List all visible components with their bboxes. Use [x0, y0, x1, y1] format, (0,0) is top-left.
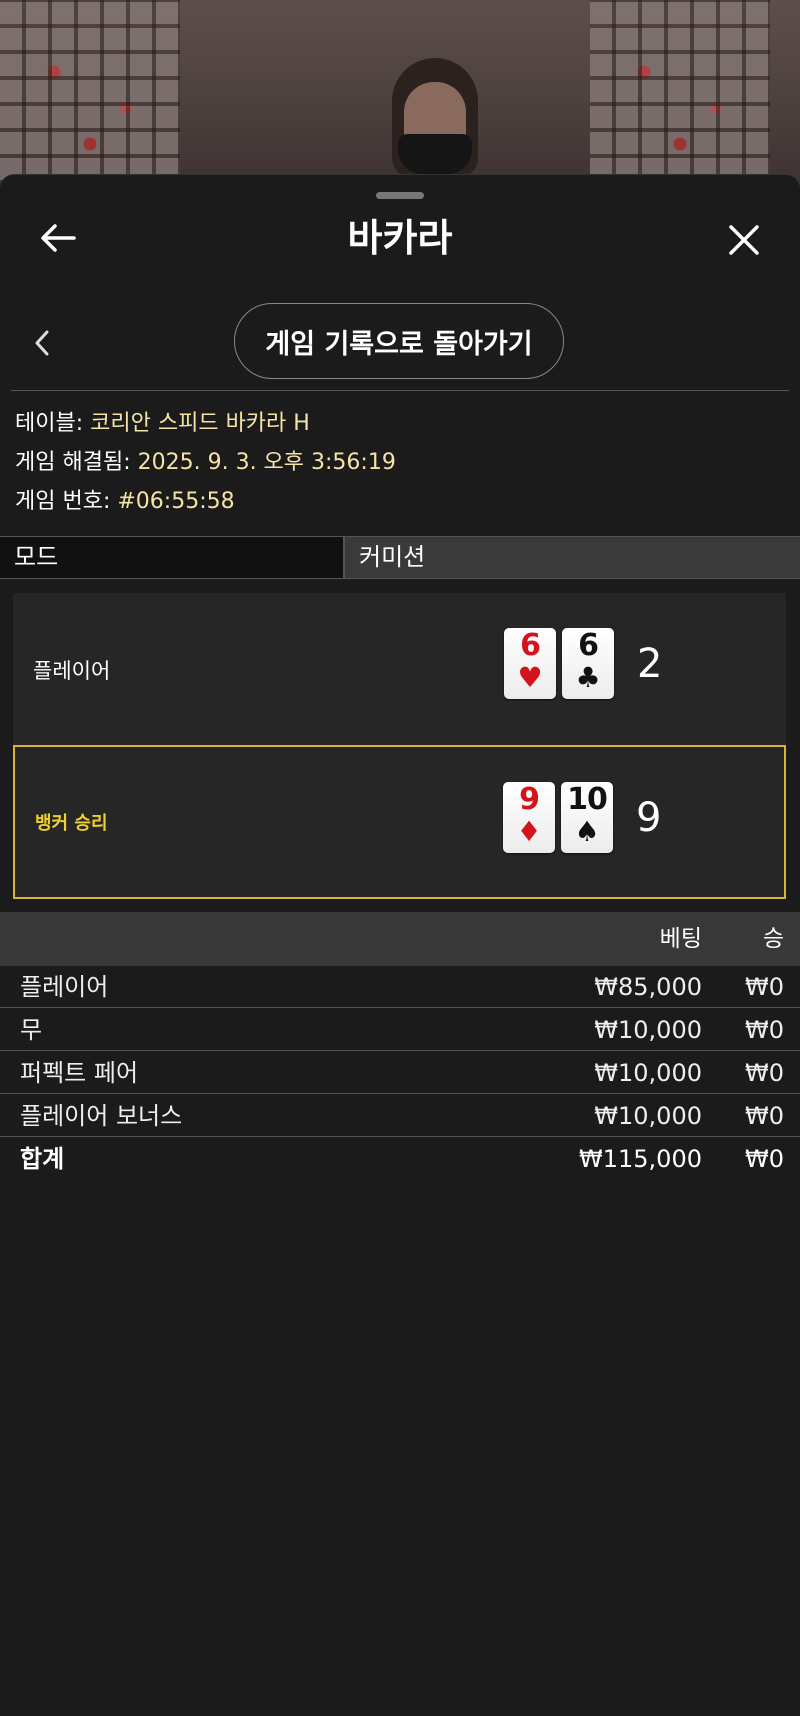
column-header-win: 승 — [762, 926, 784, 952]
player-card-2: 6 ♣ — [562, 628, 614, 699]
banker-card-2: 10 ♠ — [561, 782, 613, 853]
total-label: 합계 — [20, 1145, 65, 1173]
bet-name: 퍼펙트 페어 — [20, 1059, 139, 1087]
resolved-value: 2025. 9. 3. 오후 3:56:19 — [137, 450, 396, 475]
background-screen-left — [0, 0, 180, 180]
sheet-drag-handle[interactable] — [376, 192, 424, 199]
resolved-label: 게임 해결됨: — [15, 450, 131, 475]
hand-results: 플레이어 6 ♥ 6 ♣ 2 뱅커 승리 9 ♦ 10 ♠ 9 — [0, 580, 800, 912]
win-amount: ₩0 — [745, 1016, 784, 1044]
bet-name: 무 — [20, 1016, 43, 1044]
table-row: 무 ₩10,000 ₩0 — [0, 1009, 800, 1051]
dealer-mask — [398, 134, 472, 174]
total-row: 합계 ₩115,000 ₩0 — [0, 1138, 800, 1180]
table-row: 퍼펙트 페어 ₩10,000 ₩0 — [0, 1052, 800, 1094]
card-rank: 6 — [520, 628, 541, 663]
banker-card-1: 9 ♦ — [503, 782, 555, 853]
diamond-icon: ♦ — [516, 815, 542, 848]
commission-label: 커미션 — [345, 537, 800, 578]
win-amount: ₩0 — [745, 1059, 784, 1087]
banker-win-label: 뱅커 승리 — [35, 813, 108, 834]
win-amount: ₩0 — [745, 1102, 784, 1130]
table-info: 테이블: 코리안 스피드 바카라 H — [15, 409, 310, 439]
club-icon: ♣ — [575, 661, 601, 694]
player-score: 2 — [637, 641, 663, 687]
bets-table-header: 베팅 승 — [0, 912, 800, 966]
bet-amount: ₩10,000 — [594, 1016, 702, 1044]
card-rank: 6 — [578, 628, 599, 663]
player-card-1: 6 ♥ — [504, 628, 556, 699]
banker-score: 9 — [636, 795, 662, 841]
player-hand-label: 플레이어 — [33, 659, 111, 683]
win-amount: ₩0 — [745, 973, 784, 1001]
chevron-left-icon — [35, 330, 49, 356]
background-screen-right — [590, 0, 770, 180]
card-rank: 9 — [519, 782, 540, 817]
table-row: 플레이어 보너스 ₩10,000 ₩0 — [0, 1095, 800, 1137]
table-row: 플레이어 ₩85,000 ₩0 — [0, 966, 800, 1008]
table-label: 테이블: — [15, 411, 84, 436]
resolved-info: 게임 해결됨: 2025. 9. 3. 오후 3:56:19 — [15, 448, 396, 478]
card-rank: 10 — [567, 782, 608, 817]
bet-name: 플레이어 — [20, 973, 109, 1001]
close-button[interactable] — [722, 218, 766, 262]
banker-hand-row: 뱅커 승리 9 ♦ 10 ♠ 9 — [13, 745, 786, 899]
bet-amount: ₩10,000 — [594, 1102, 702, 1130]
live-video-feed — [0, 0, 800, 200]
game-number-label: 게임 번호: — [15, 489, 111, 514]
bet-amount: ₩10,000 — [594, 1059, 702, 1087]
divider — [11, 390, 789, 391]
heart-icon: ♥ — [517, 661, 543, 694]
back-to-history-button[interactable]: 게임 기록으로 돌아가기 — [234, 303, 564, 379]
page-title: 바카라 — [347, 216, 453, 260]
close-icon — [729, 225, 759, 255]
total-bet-amount: ₩115,000 — [579, 1145, 702, 1173]
player-hand-row: 플레이어 6 ♥ 6 ♣ 2 — [13, 593, 786, 747]
mode-bar: 모드 커미션 — [0, 536, 800, 579]
mode-label: 모드 — [0, 537, 345, 578]
game-number-value: #06:55:58 — [117, 489, 235, 514]
spade-icon: ♠ — [574, 815, 600, 848]
game-number-info: 게임 번호: #06:55:58 — [15, 487, 235, 517]
bet-amount: ₩85,000 — [594, 973, 702, 1001]
table-value: 코리안 스피드 바카라 H — [90, 411, 310, 436]
bet-name: 플레이어 보너스 — [20, 1102, 183, 1130]
previous-game-button[interactable] — [30, 325, 54, 361]
column-header-bet: 베팅 — [659, 926, 702, 952]
total-win-amount: ₩0 — [745, 1145, 784, 1173]
